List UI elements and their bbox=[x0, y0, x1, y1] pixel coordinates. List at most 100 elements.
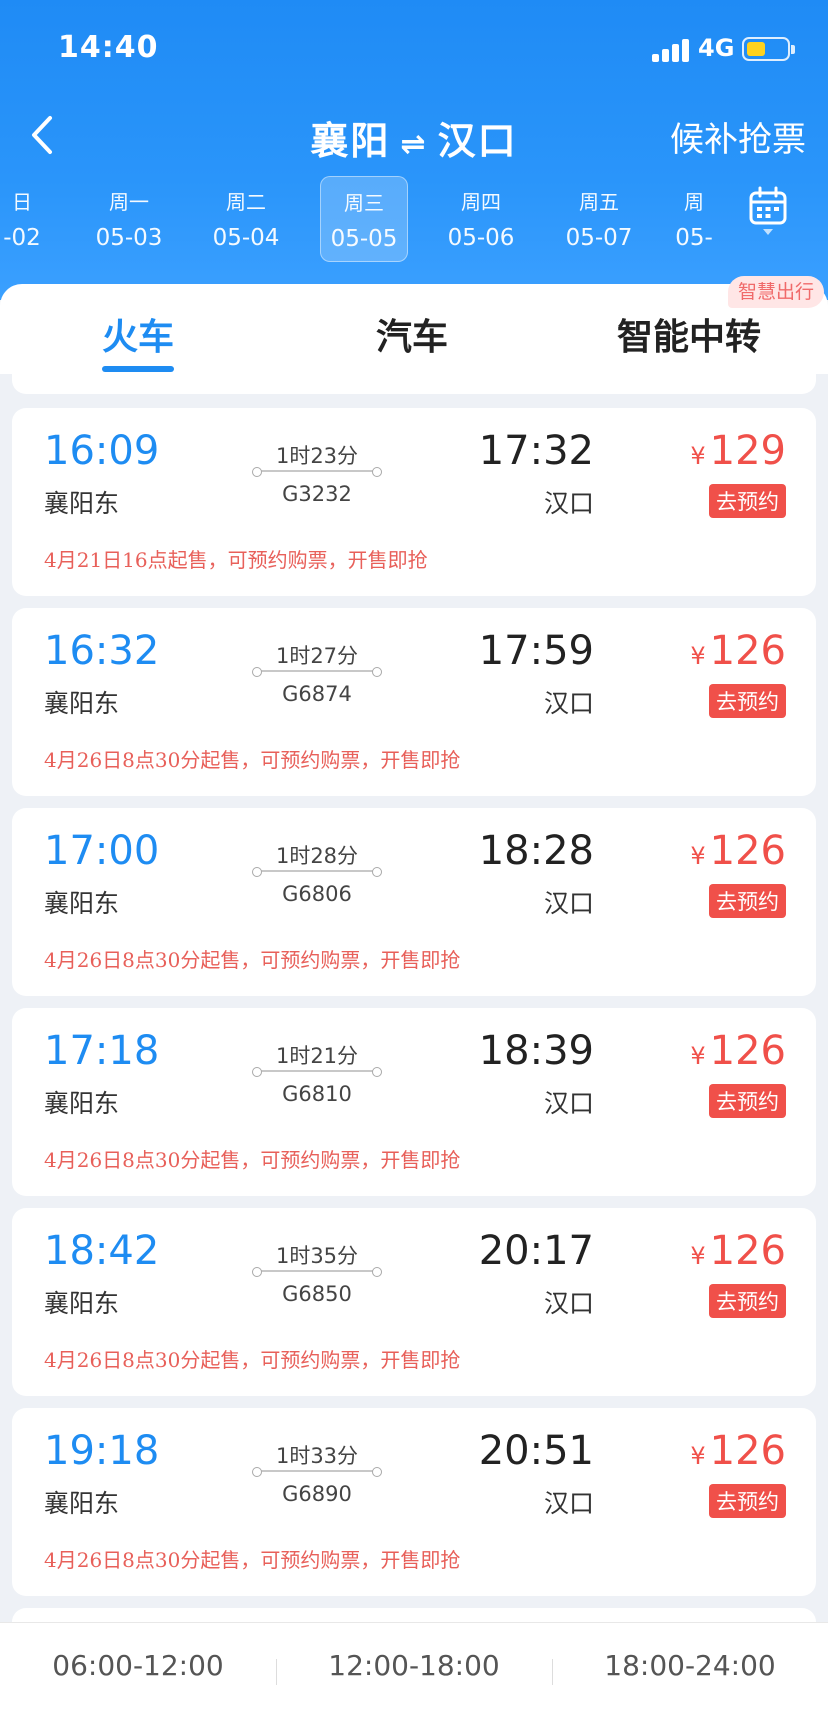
destination-city: 汉口 bbox=[437, 119, 518, 163]
departure-time: 16:32 bbox=[44, 628, 160, 674]
status-bar: 14:40 4G bbox=[0, 0, 828, 100]
date-item[interactable]: 周五 05-07 bbox=[555, 176, 643, 262]
route-line bbox=[252, 1467, 382, 1477]
date-item[interactable]: 日 -02 bbox=[0, 176, 66, 262]
price: ¥126 bbox=[690, 828, 786, 874]
reserve-button[interactable]: 去预约 bbox=[709, 684, 786, 718]
departure-time: 16:09 bbox=[44, 428, 160, 474]
train-number: G6810 bbox=[282, 1082, 352, 1106]
calendar-icon[interactable] bbox=[748, 186, 788, 238]
route-line bbox=[252, 1067, 382, 1077]
header: 14:40 4G 襄阳 ⇌ 汉口 候补抢票 日 -02 周一 05-03 周二 … bbox=[0, 0, 828, 300]
departure-station: 襄阳东 bbox=[44, 1289, 120, 1318]
price-value: 126 bbox=[709, 1228, 786, 1274]
duration: 1时23分 bbox=[275, 444, 359, 468]
departure-station: 襄阳东 bbox=[44, 1489, 120, 1518]
train-card[interactable]: 16:09 襄阳东 1时23分 G3232 17:32 汉口 ¥129 去预约 … bbox=[12, 408, 816, 596]
date-weekday: 周四 bbox=[461, 190, 501, 214]
route-line bbox=[252, 467, 382, 477]
arrival-station: 汉口 bbox=[543, 489, 594, 518]
reserve-button[interactable]: 去预约 bbox=[709, 1484, 786, 1518]
date-item[interactable]: 周一 05-03 bbox=[85, 176, 173, 262]
price-value: 126 bbox=[709, 1428, 786, 1474]
swap-icon[interactable]: ⇌ bbox=[400, 127, 427, 162]
date-item[interactable]: 周二 05-04 bbox=[202, 176, 290, 262]
duration: 1时35分 bbox=[275, 1244, 359, 1268]
tab-train[interactable]: 火车 bbox=[102, 308, 174, 360]
time-filter-afternoon[interactable]: 12:00-18:00 bbox=[276, 1649, 552, 1682]
reserve-button[interactable]: 去预约 bbox=[709, 484, 786, 518]
reserve-button[interactable]: 去预约 bbox=[709, 1084, 786, 1118]
mode-tabs: 火车 汽车 智能中转 智慧出行 bbox=[0, 276, 828, 374]
date-value: 05-04 bbox=[212, 225, 280, 251]
price: ¥126 bbox=[690, 628, 786, 674]
date-value: 05- bbox=[675, 225, 713, 251]
currency-symbol: ¥ bbox=[690, 642, 706, 670]
time-filter-evening[interactable]: 18:00-24:00 bbox=[552, 1649, 828, 1682]
smart-travel-badge: 智慧出行 bbox=[727, 276, 824, 308]
departure-station: 襄阳东 bbox=[44, 689, 120, 718]
train-number: G6890 bbox=[282, 1482, 352, 1506]
date-weekday: 周五 bbox=[579, 190, 619, 214]
train-number: G6850 bbox=[282, 1282, 352, 1306]
train-card[interactable]: 18:42 襄阳东 1时35分 G6850 20:17 汉口 ¥126 去预约 … bbox=[12, 1208, 816, 1396]
date-item-selected[interactable]: 周三 05-05 bbox=[320, 176, 408, 262]
currency-symbol: ¥ bbox=[690, 1242, 706, 1270]
arrival-time: 18:39 bbox=[478, 1028, 594, 1074]
date-value: 05-05 bbox=[330, 226, 398, 252]
sale-note: 4月26日8点30分起售，可预约购票，开售即抢 bbox=[44, 948, 461, 972]
duration: 1时27分 bbox=[275, 644, 359, 668]
route-line bbox=[252, 1267, 382, 1277]
tab-smart-transfer[interactable]: 智能中转 bbox=[617, 308, 761, 360]
arrival-station: 汉口 bbox=[543, 1089, 594, 1118]
signal-icon bbox=[652, 38, 692, 62]
train-card[interactable]: 19:18 襄阳东 1时33分 G6890 20:51 汉口 ¥126 去预约 … bbox=[12, 1408, 816, 1596]
sale-note: 4月21日16点起售，可预约购票，开售即抢 bbox=[44, 548, 428, 572]
departure-time: 18:42 bbox=[44, 1228, 160, 1274]
sale-note: 4月26日8点30分起售，可预约购票，开售即抢 bbox=[44, 1348, 461, 1372]
train-list: 16:09 襄阳东 1时23分 G3232 17:32 汉口 ¥129 去预约 … bbox=[0, 374, 828, 1624]
date-strip: 日 -02 周一 05-03 周二 05-04 周三 05-05 周四 05-0… bbox=[0, 172, 828, 268]
date-value: 05-03 bbox=[95, 225, 163, 251]
price-value: 126 bbox=[709, 1028, 786, 1074]
departure-time: 17:18 bbox=[44, 1028, 160, 1074]
train-card[interactable]: 17:18 襄阳东 1时21分 G6810 18:39 汉口 ¥126 去预约 … bbox=[12, 1008, 816, 1196]
tab-bus[interactable]: 汽车 bbox=[376, 308, 448, 360]
sale-note: 4月26日8点30分起售，可预约购票，开售即抢 bbox=[44, 748, 461, 772]
active-tab-indicator bbox=[102, 366, 174, 372]
departure-station: 襄阳东 bbox=[44, 489, 120, 518]
sale-note: 4月26日8点30分起售，可预约购票，开售即抢 bbox=[44, 1148, 461, 1172]
date-weekday: 周一 bbox=[109, 190, 149, 214]
time-filter-bar: 06:00-12:00 12:00-18:00 18:00-24:00 bbox=[0, 1622, 828, 1710]
waitlist-button[interactable]: 候补抢票 bbox=[670, 112, 806, 161]
departure-station: 襄阳东 bbox=[44, 1089, 120, 1118]
date-item[interactable]: 周四 05-06 bbox=[437, 176, 525, 262]
currency-symbol: ¥ bbox=[690, 1042, 706, 1070]
reserve-button[interactable]: 去预约 bbox=[709, 884, 786, 918]
date-value: 05-07 bbox=[565, 225, 633, 251]
currency-symbol: ¥ bbox=[690, 442, 706, 470]
date-value: -02 bbox=[3, 225, 41, 251]
route-line bbox=[252, 867, 382, 877]
price: ¥126 bbox=[690, 1228, 786, 1274]
train-card[interactable]: 16:32 襄阳东 1时27分 G6874 17:59 汉口 ¥126 去预约 … bbox=[12, 608, 816, 796]
price-value: 129 bbox=[709, 428, 786, 474]
arrival-station: 汉口 bbox=[543, 1289, 594, 1318]
sale-note: 4月26日8点30分起售，可预约购票，开售即抢 bbox=[44, 1548, 461, 1572]
network-label: 4G bbox=[698, 34, 735, 62]
duration: 1时33分 bbox=[275, 1444, 359, 1468]
time-filter-morning[interactable]: 06:00-12:00 bbox=[0, 1649, 276, 1682]
previous-card-edge bbox=[12, 374, 816, 394]
origin-city: 襄阳 bbox=[310, 119, 391, 163]
duration: 1时21分 bbox=[275, 1044, 359, 1068]
train-card[interactable]: 17:00 襄阳东 1时28分 G6806 18:28 汉口 ¥126 去预约 … bbox=[12, 808, 816, 996]
arrival-time: 17:32 bbox=[478, 428, 594, 474]
arrival-station: 汉口 bbox=[543, 689, 594, 718]
arrival-station: 汉口 bbox=[543, 1489, 594, 1518]
train-number: G6806 bbox=[282, 882, 352, 906]
train-number: G6874 bbox=[282, 682, 352, 706]
reserve-button[interactable]: 去预约 bbox=[709, 1284, 786, 1318]
price-value: 126 bbox=[709, 628, 786, 674]
date-item[interactable]: 周 05- bbox=[664, 176, 724, 262]
currency-symbol: ¥ bbox=[690, 842, 706, 870]
